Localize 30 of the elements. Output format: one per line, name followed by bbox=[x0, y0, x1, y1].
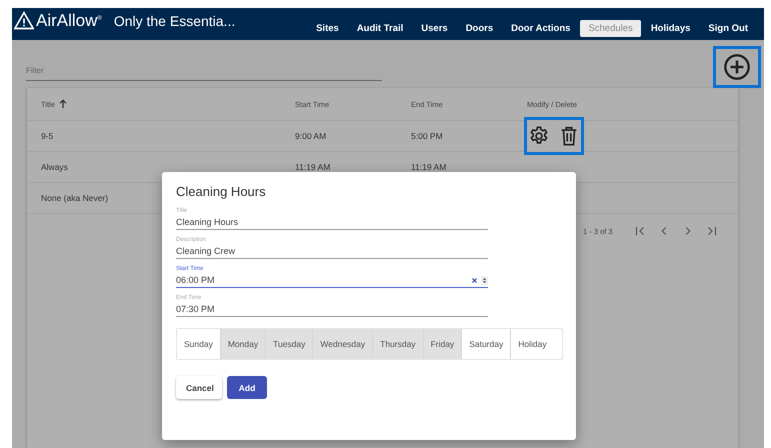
table-cell: 5:00 PM bbox=[411, 131, 443, 141]
day-toggle[interactable]: Wednesday bbox=[313, 329, 374, 359]
table-cell: 11:19 AM bbox=[411, 162, 446, 172]
day-toggle[interactable]: Sunday bbox=[177, 329, 221, 359]
add-circle-icon[interactable] bbox=[723, 53, 751, 81]
dialog-title: Cleaning Hours bbox=[176, 184, 267, 199]
brand-name: AirAllow$^{®}$ bbox=[36, 11, 102, 31]
day-toggle[interactable]: Monday bbox=[220, 329, 266, 359]
add-button[interactable]: Add bbox=[227, 376, 267, 399]
table-cell: 11:19 AM bbox=[295, 162, 330, 172]
nav-tab[interactable]: Door Actions bbox=[503, 20, 578, 36]
day-toggle[interactable]: Thursday bbox=[373, 329, 424, 359]
nav-tab[interactable]: Sign Out bbox=[700, 20, 756, 36]
nav-tab[interactable]: Audit Trail bbox=[348, 20, 412, 36]
cancel-button[interactable]: Cancel bbox=[176, 376, 222, 399]
spinner-arrows-icon[interactable] bbox=[481, 276, 488, 284]
up-arrow-icon[interactable] bbox=[58, 99, 68, 109]
clear-icon[interactable] bbox=[471, 276, 478, 284]
table-cell: Always bbox=[41, 162, 68, 172]
table-cell: None (aka Never) bbox=[41, 193, 108, 203]
site-name: Only the Essentia... bbox=[114, 13, 236, 29]
table-cell: 9:00 AM bbox=[295, 131, 326, 141]
warning-triangle-icon bbox=[14, 11, 34, 31]
nav-tab[interactable]: Holidays bbox=[642, 20, 698, 36]
table-cell: 9-5 bbox=[41, 131, 54, 141]
day-toggle[interactable]: Tuesday bbox=[266, 329, 314, 359]
nav-tab[interactable]: Doors bbox=[458, 20, 502, 36]
nav-tab[interactable]: Users bbox=[413, 20, 456, 36]
nav-tab[interactable]: Sites bbox=[308, 20, 347, 36]
day-toggle[interactable]: Friday bbox=[424, 329, 462, 359]
